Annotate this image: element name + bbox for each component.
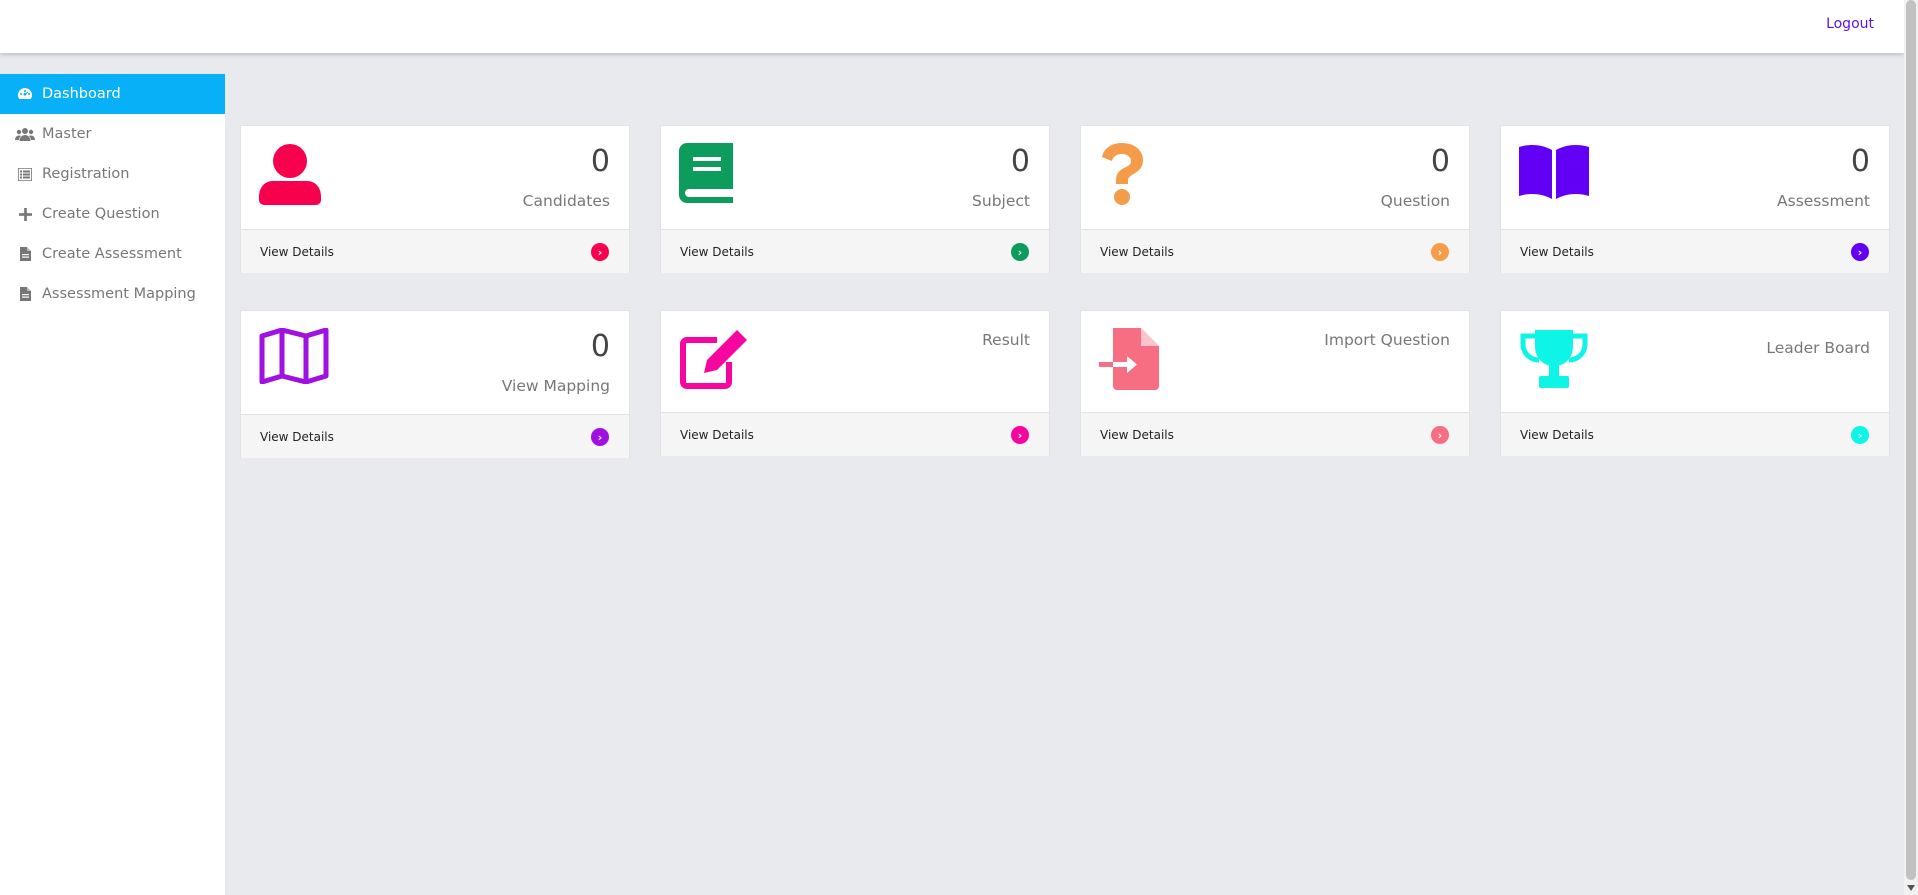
dashboard-content: 0 Candidates View Details › 0 Subject Vi… xyxy=(240,125,1890,458)
file-icon xyxy=(15,246,35,262)
sidebar-item-label: Registration xyxy=(42,166,130,182)
sidebar-item-dashboard[interactable]: Dashboard xyxy=(0,74,225,114)
card-count: 0 xyxy=(1430,144,1450,179)
subject-card: 0 Subject View Details › xyxy=(660,125,1050,273)
view-details-link[interactable]: View Details › xyxy=(241,230,629,273)
chevron-right-icon: › xyxy=(591,243,609,261)
chevron-right-icon: › xyxy=(1431,243,1449,261)
view-details-link[interactable]: View Details › xyxy=(661,413,1049,456)
view-details-link[interactable]: View Details › xyxy=(661,230,1049,273)
leader-board-card: Leader Board View Details › xyxy=(1500,310,1890,456)
card-label: Assessment xyxy=(1777,192,1870,210)
view-details-link[interactable]: View Details › xyxy=(1081,413,1469,456)
view-details-link[interactable]: View Details › xyxy=(241,415,629,458)
result-card: Result View Details › xyxy=(660,310,1050,456)
sidebar-item-label: Assessment Mapping xyxy=(42,286,196,302)
file-import-icon xyxy=(1099,328,1161,394)
view-details-link[interactable]: View Details › xyxy=(1081,230,1469,273)
card-label: Candidates xyxy=(522,192,610,210)
import-question-card: Import Question View Details › xyxy=(1080,310,1470,456)
sidebar-item-create-assessment[interactable]: Create Assessment xyxy=(0,234,225,274)
card-label: Question xyxy=(1380,192,1450,210)
view-details-link[interactable]: View Details › xyxy=(1501,413,1889,456)
user-icon xyxy=(259,143,321,209)
sidebar-item-create-question[interactable]: Create Question xyxy=(0,194,225,234)
card-label: Result xyxy=(982,331,1030,349)
chevron-right-icon: › xyxy=(1851,243,1869,261)
list-icon xyxy=(15,166,35,182)
sidebar: Dashboard Master Registration Create Que… xyxy=(0,74,225,895)
sidebar-item-registration[interactable]: Registration xyxy=(0,154,225,194)
card-label: View Mapping xyxy=(501,377,610,395)
card-label: Import Question xyxy=(1324,331,1450,349)
chevron-right-icon: › xyxy=(1431,426,1449,444)
card-count: 0 xyxy=(1850,144,1870,179)
card-label: Subject xyxy=(972,192,1030,210)
top-navbar: Logout xyxy=(0,0,1904,53)
scrollbar-thumb[interactable] xyxy=(1906,0,1916,880)
card-count: 0 xyxy=(590,329,610,364)
scroll-down-arrow-icon[interactable] xyxy=(1907,885,1915,891)
map-icon xyxy=(259,327,329,388)
dashboard-icon xyxy=(15,86,35,102)
sidebar-item-master[interactable]: Master xyxy=(0,114,225,154)
view-mapping-card: 0 View Mapping View Details › xyxy=(240,310,630,458)
plus-icon xyxy=(15,206,35,222)
assessment-card: 0 Assessment View Details › xyxy=(1500,125,1890,273)
chevron-right-icon: › xyxy=(1851,426,1869,444)
sidebar-item-label: Create Question xyxy=(42,206,160,222)
card-count: 0 xyxy=(1010,144,1030,179)
question-card: 0 Question View Details › xyxy=(1080,125,1470,273)
sidebar-item-label: Create Assessment xyxy=(42,246,182,262)
vertical-scrollbar[interactable] xyxy=(1904,0,1918,895)
card-count: 0 xyxy=(590,144,610,179)
chevron-right-icon: › xyxy=(1011,243,1029,261)
sidebar-item-label: Dashboard xyxy=(42,86,121,102)
candidates-card: 0 Candidates View Details › xyxy=(240,125,630,273)
chevron-right-icon: › xyxy=(591,428,609,446)
trophy-icon xyxy=(1519,328,1589,394)
card-label: Leader Board xyxy=(1766,339,1870,357)
edit-icon xyxy=(679,328,749,394)
card-grid: 0 Candidates View Details › 0 Subject Vi… xyxy=(240,125,1890,458)
book-icon xyxy=(679,143,733,207)
sidebar-item-assessment-mapping[interactable]: Assessment Mapping xyxy=(0,274,225,314)
question-icon xyxy=(1099,143,1145,209)
sidebar-item-label: Master xyxy=(42,126,92,142)
logout-link[interactable]: Logout xyxy=(1826,16,1874,32)
users-icon xyxy=(15,126,35,142)
chevron-right-icon: › xyxy=(1011,426,1029,444)
view-details-link[interactable]: View Details › xyxy=(1501,230,1889,273)
open-book-icon xyxy=(1519,143,1589,203)
file-icon xyxy=(15,286,35,302)
